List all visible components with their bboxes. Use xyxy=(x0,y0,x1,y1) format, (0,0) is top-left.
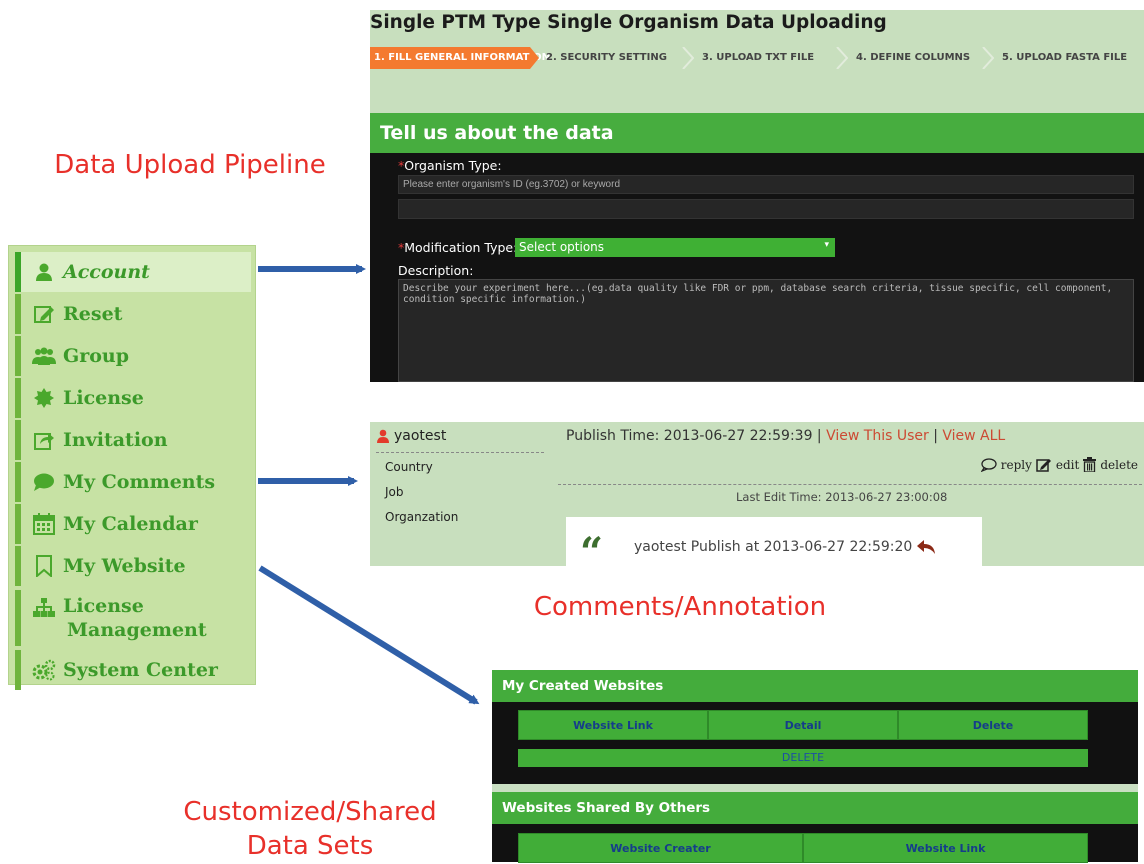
bookmark-icon xyxy=(31,554,57,578)
column-delete: Delete xyxy=(898,710,1088,740)
sidebar-item-my-calendar[interactable]: My Calendar xyxy=(15,504,251,544)
modification-type-selected: Select options xyxy=(519,240,605,254)
sitemap-icon xyxy=(31,596,57,620)
quoted-comment: “ yaotest Publish at 2013-06-27 22:59:20 xyxy=(566,517,982,573)
user-icon xyxy=(31,260,57,284)
cogs-icon xyxy=(31,658,57,682)
step-2-security-setting[interactable]: 2. SECURITY SETTING xyxy=(542,47,667,69)
user-field-job: Job xyxy=(385,485,404,499)
publish-info: Publish Time: 2013-06-27 22:59:39 | View… xyxy=(566,428,1005,444)
modification-type-label-text: Modification Type: xyxy=(404,240,518,255)
sidebar-item-license[interactable]: License xyxy=(15,378,251,418)
websites-shared-by-others-header: Websites Shared By Others xyxy=(492,792,1138,824)
caption-comments-annotation: Comments/Annotation xyxy=(533,592,827,622)
description-textarea[interactable]: Describe your experiment here...(eg.data… xyxy=(398,279,1134,382)
account-sidebar-menu: Account Reset Group License Invitation M… xyxy=(8,245,256,690)
sidebar-item-label-group: License Management xyxy=(63,594,207,642)
my-created-websites-header: My Created Websites xyxy=(492,670,1138,702)
comment-actions: reply edit delete xyxy=(980,457,1138,472)
modification-type-select[interactable]: Select options ▾ xyxy=(515,238,835,257)
step-arrow xyxy=(530,47,539,69)
edit-icon xyxy=(31,302,57,326)
share-icon xyxy=(31,428,57,452)
page-title: Single PTM Type Single Organism Data Upl… xyxy=(370,12,887,33)
column-detail: Detail xyxy=(708,710,898,740)
step-3-upload-txt-file[interactable]: 3. UPLOAD TXT FILE xyxy=(698,47,814,69)
sidebar-item-label: Reset xyxy=(63,303,123,325)
comment-author[interactable]: yaotest xyxy=(376,428,446,444)
sidebar-item-label: Group xyxy=(63,345,130,367)
caption-data-upload-pipeline: Data Upload Pipeline xyxy=(54,150,326,180)
sidebar-item-group[interactable]: Group xyxy=(15,336,251,376)
sidebar-item-label-line2: Management xyxy=(67,619,207,641)
step-4-define-columns[interactable]: 4. DEFINE COLUMNS xyxy=(852,47,970,69)
sidebar-item-license-management[interactable]: License Management xyxy=(15,590,251,646)
organism-selection-field[interactable] xyxy=(398,199,1134,219)
group-icon xyxy=(31,344,57,368)
quote-icon: “ xyxy=(580,529,604,576)
column-website-creater: Website Creater xyxy=(518,833,803,863)
sidebar-item-invitation[interactable]: Invitation xyxy=(15,420,251,460)
sidebar-item-reset[interactable]: Reset xyxy=(15,294,251,334)
delete-button[interactable]: delete xyxy=(1100,458,1138,472)
link-separator: | xyxy=(928,428,943,444)
divider xyxy=(492,784,1138,792)
organism-type-input[interactable]: Please enter organism's ID (eg.3702) or … xyxy=(398,175,1134,194)
comment-icon xyxy=(31,470,57,494)
caption-customized-data-sets-line1: Customized/Shared xyxy=(183,797,437,827)
upload-form: *Organism Type: Please enter organism's … xyxy=(370,153,1144,382)
user-icon xyxy=(377,429,389,443)
quoted-comment-text: yaotest Publish at 2013-06-27 22:59:20 xyxy=(634,539,913,555)
edit-icon xyxy=(1036,459,1051,472)
chevron-down-icon: ▾ xyxy=(824,240,829,250)
organism-type-label-text: Organism Type: xyxy=(404,158,502,173)
edit-button[interactable]: edit xyxy=(1056,458,1079,472)
delete-button[interactable]: DELETE xyxy=(518,749,1088,767)
user-field-organization: Organzation xyxy=(385,510,459,524)
trash-icon xyxy=(1083,457,1097,472)
view-all-link[interactable]: View ALL xyxy=(942,428,1005,444)
comment-author-name: yaotest xyxy=(394,428,447,444)
sidebar-item-label: Account xyxy=(63,261,150,283)
caption-customized-data-sets-line2: Data Sets xyxy=(246,831,374,861)
sidebar-item-my-comments[interactable]: My Comments xyxy=(15,462,251,502)
sidebar-item-label: My Comments xyxy=(63,471,216,493)
publish-time: Publish Time: 2013-06-27 22:59:39 | xyxy=(566,428,827,444)
sidebar-item-account[interactable]: Account xyxy=(15,252,251,292)
description-label: Description: xyxy=(398,263,474,278)
sidebar-item-my-website[interactable]: My Website xyxy=(15,546,251,586)
sidebar-item-system-center[interactable]: System Center xyxy=(15,650,251,690)
divider xyxy=(376,452,544,453)
organism-type-label: *Organism Type: xyxy=(398,158,502,173)
section-title: Tell us about the data xyxy=(370,113,1144,153)
user-field-country: Country xyxy=(385,460,433,474)
upload-steps-wizard: 1. FILL GENERAL INFORMATION 2. SECURITY … xyxy=(370,47,1144,69)
arrow-website-to-datasets xyxy=(258,565,480,705)
view-this-user-link[interactable]: View This User xyxy=(826,428,929,444)
column-website-link: Website Link xyxy=(803,833,1088,863)
calendar-icon xyxy=(31,512,57,536)
sidebar-item-label: License xyxy=(63,387,144,409)
step-5-upload-fasta-file[interactable]: 5. UPLOAD FASTA FILE xyxy=(998,47,1127,69)
step-1-fill-general-information[interactable]: 1. FILL GENERAL INFORMATION xyxy=(370,47,550,69)
step-chevron-icon xyxy=(682,47,694,69)
sidebar-item-label: Invitation xyxy=(63,429,168,451)
step-chevron-icon xyxy=(836,47,848,69)
badge-icon xyxy=(31,386,57,410)
reply-button[interactable]: reply xyxy=(1001,458,1032,472)
comment-panel: yaotest Country Job Organzation Publish … xyxy=(370,422,1144,573)
sidebar-item-label: License xyxy=(63,595,144,617)
last-edit-time: Last Edit Time: 2013-06-27 23:00:08 xyxy=(736,490,948,504)
sidebar-item-label: My Calendar xyxy=(63,513,198,535)
reply-arrow-icon[interactable] xyxy=(916,539,936,555)
websites-panel: My Created Websites Website Link Detail … xyxy=(492,670,1138,863)
sidebar-item-label: System Center xyxy=(63,659,218,681)
column-website-link: Website Link xyxy=(518,710,708,740)
modification-type-label: *Modification Type: xyxy=(398,240,517,255)
step-chevron-icon xyxy=(982,47,994,69)
sidebar-item-label: My Website xyxy=(63,555,186,577)
divider xyxy=(558,484,1142,485)
data-upload-panel: Single PTM Type Single Organism Data Upl… xyxy=(370,10,1144,382)
reply-icon xyxy=(980,457,997,472)
